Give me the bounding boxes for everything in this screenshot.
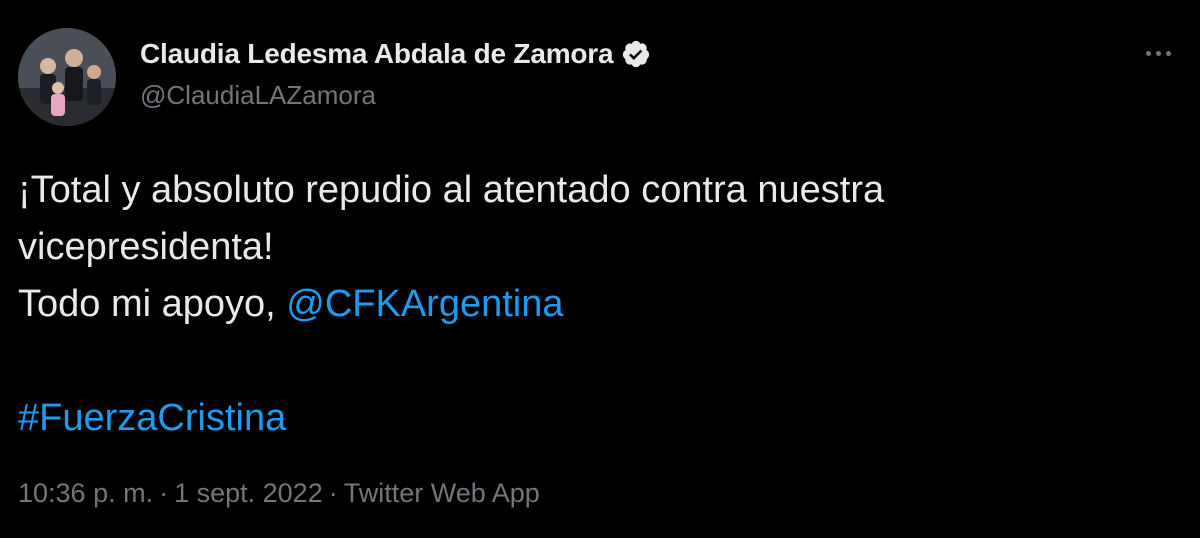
meta-separator: · xyxy=(328,478,338,508)
user-name-row: Claudia Ledesma Abdala de Zamora xyxy=(140,36,651,72)
tweet-text: ¡Total y absoluto repudio al atentado co… xyxy=(18,162,1168,447)
avatar[interactable] xyxy=(18,28,116,126)
user-handle[interactable]: @ClaudiaLAZamora xyxy=(140,80,376,111)
tweet-date[interactable]: 1 sept. 2022 xyxy=(174,478,323,508)
hashtag-link[interactable]: #FuerzaCristina xyxy=(18,397,286,439)
tweet-text-line-1: ¡Total y absoluto repudio al atentado co… xyxy=(18,169,885,211)
tweet-text-line-2: vicepresidenta! xyxy=(18,226,274,268)
tweet-metadata: 10:36 p. m. · 1 sept. 2022 · Twitter Web App xyxy=(18,478,540,509)
more-options-icon[interactable] xyxy=(1138,38,1178,68)
mention-link[interactable]: @CFKArgentina xyxy=(286,283,563,325)
meta-separator: · xyxy=(159,478,169,508)
verified-badge-icon xyxy=(621,39,651,69)
avatar-photo xyxy=(18,28,116,126)
display-name[interactable]: Claudia Ledesma Abdala de Zamora xyxy=(140,38,614,70)
tweet-source[interactable]: Twitter Web App xyxy=(344,478,540,508)
tweet-time[interactable]: 10:36 p. m. xyxy=(18,478,153,508)
tweet-text-line-3-prefix: Todo mi apoyo, xyxy=(18,283,287,325)
tweet-hashtag-line: #FuerzaCristina xyxy=(18,390,1168,447)
tweet-text-line-3: Todo mi apoyo, @CFKArgentina xyxy=(18,276,1168,333)
tweet-card: Claudia Ledesma Abdala de Zamora @Claudi… xyxy=(0,0,1200,538)
